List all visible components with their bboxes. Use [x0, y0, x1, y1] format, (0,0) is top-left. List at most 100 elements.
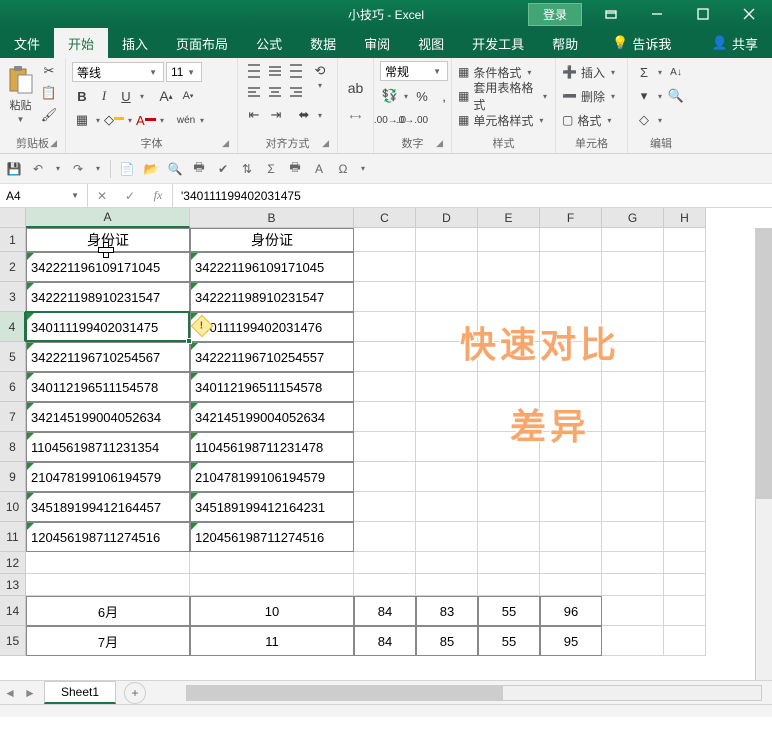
- col-header[interactable]: H: [664, 208, 706, 228]
- open-icon[interactable]: 📂: [143, 161, 159, 177]
- format-as-table-button[interactable]: ▦套用表格格式▾: [458, 85, 549, 107]
- cell[interactable]: 11: [190, 626, 354, 656]
- omega-icon[interactable]: Ω: [335, 161, 351, 177]
- cell[interactable]: [478, 522, 540, 552]
- vertical-scrollbar[interactable]: [755, 228, 772, 680]
- cell[interactable]: [416, 402, 478, 432]
- paste-button[interactable]: 粘贴 ▼: [6, 61, 35, 127]
- format-cells-button[interactable]: ▢格式▾: [562, 109, 613, 131]
- dialog-launcher-icon[interactable]: ◢: [436, 138, 443, 149]
- cell[interactable]: [602, 282, 664, 312]
- cell[interactable]: [416, 252, 478, 282]
- sort-icon[interactable]: A↓: [666, 62, 686, 82]
- cell[interactable]: [416, 462, 478, 492]
- fill-icon[interactable]: ▾: [634, 86, 654, 106]
- cell[interactable]: 210478199106194579: [26, 462, 190, 492]
- col-header[interactable]: C: [354, 208, 416, 228]
- cell[interactable]: [478, 228, 540, 252]
- cell[interactable]: [664, 432, 706, 462]
- cell[interactable]: [540, 552, 602, 574]
- row-header[interactable]: 15: [0, 626, 26, 656]
- undo-icon[interactable]: ↶: [30, 161, 46, 177]
- cell[interactable]: [354, 402, 416, 432]
- print-icon[interactable]: 🖶: [287, 161, 303, 177]
- cell[interactable]: [540, 462, 602, 492]
- sheet-tab[interactable]: Sheet1: [44, 681, 116, 704]
- increase-indent-icon[interactable]: ⇥: [266, 105, 286, 125]
- insert-cells-button[interactable]: ➕插入▾: [562, 61, 617, 83]
- cell[interactable]: [664, 372, 706, 402]
- align-left-icon[interactable]: [244, 82, 264, 102]
- cell[interactable]: [540, 574, 602, 596]
- cell[interactable]: [540, 522, 602, 552]
- cell[interactable]: [354, 372, 416, 402]
- select-all-corner[interactable]: [0, 208, 26, 228]
- orientation-icon[interactable]: ⟲: [310, 61, 330, 81]
- font-name-select[interactable]: 等线▼: [72, 62, 164, 82]
- cell[interactable]: [664, 462, 706, 492]
- border-button[interactable]: ▦: [72, 110, 92, 130]
- cell[interactable]: [664, 522, 706, 552]
- cell[interactable]: 340111199402031476: [190, 312, 354, 342]
- accounting-button[interactable]: 💱: [380, 86, 400, 106]
- cell[interactable]: 120456198711274516: [190, 522, 354, 552]
- cell[interactable]: [602, 626, 664, 656]
- cell[interactable]: [26, 574, 190, 596]
- cell[interactable]: 342221198910231547: [190, 282, 354, 312]
- cell[interactable]: [354, 228, 416, 252]
- cell[interactable]: [26, 552, 190, 574]
- row-header[interactable]: 13: [0, 574, 26, 596]
- cell[interactable]: 342145199004052634: [190, 402, 354, 432]
- cell[interactable]: 340112196511154578: [26, 372, 190, 402]
- bold-button[interactable]: B: [72, 86, 92, 106]
- cell[interactable]: [478, 282, 540, 312]
- cell[interactable]: [540, 492, 602, 522]
- cell[interactable]: [190, 552, 354, 574]
- cell[interactable]: [540, 228, 602, 252]
- cell[interactable]: [664, 492, 706, 522]
- cell[interactable]: [416, 282, 478, 312]
- col-header[interactable]: D: [416, 208, 478, 228]
- cell[interactable]: 345189199412164457: [26, 492, 190, 522]
- cell[interactable]: [416, 574, 478, 596]
- cell[interactable]: [416, 552, 478, 574]
- cell[interactable]: [540, 282, 602, 312]
- cell[interactable]: 110456198711231354: [26, 432, 190, 462]
- cell[interactable]: 342221196710254567: [26, 342, 190, 372]
- cell[interactable]: [354, 574, 416, 596]
- maximize-icon[interactable]: [680, 0, 726, 28]
- format-painter-icon[interactable]: 🖌: [39, 105, 59, 125]
- tab-layout[interactable]: 页面布局: [162, 28, 242, 58]
- align-bottom-icon[interactable]: [286, 61, 306, 81]
- tell-me[interactable]: 💡 告诉我: [598, 28, 685, 58]
- cell[interactable]: 340111199402031475: [26, 312, 190, 342]
- spell-icon[interactable]: ✔: [215, 161, 231, 177]
- cell[interactable]: [416, 228, 478, 252]
- cell[interactable]: [664, 402, 706, 432]
- cell[interactable]: 6月: [26, 596, 190, 626]
- cell[interactable]: [354, 552, 416, 574]
- cell[interactable]: [416, 372, 478, 402]
- col-header[interactable]: A: [26, 208, 190, 228]
- cell[interactable]: 342145199004052634: [26, 402, 190, 432]
- row-header[interactable]: 2: [0, 252, 26, 282]
- cell[interactable]: 340112196511154578: [190, 372, 354, 402]
- tab-dev[interactable]: 开发工具: [458, 28, 538, 58]
- cell[interactable]: [602, 228, 664, 252]
- cell[interactable]: 55: [478, 596, 540, 626]
- increase-font-icon[interactable]: A▴: [156, 86, 176, 106]
- cell[interactable]: 身份证: [26, 228, 190, 252]
- cell[interactable]: 120456198711274516: [26, 522, 190, 552]
- cell[interactable]: [416, 522, 478, 552]
- redo-icon[interactable]: ↷: [70, 161, 86, 177]
- dialog-launcher-icon[interactable]: ◢: [322, 138, 329, 149]
- tab-file[interactable]: 文件: [0, 28, 54, 58]
- cell[interactable]: 342221198910231547: [26, 282, 190, 312]
- font-color-button[interactable]: A: [136, 110, 156, 130]
- row-header[interactable]: 6: [0, 372, 26, 402]
- cell[interactable]: 342221196109171045: [26, 252, 190, 282]
- row-header[interactable]: 14: [0, 596, 26, 626]
- enter-formula-icon[interactable]: ✓: [116, 189, 144, 203]
- cell[interactable]: 85: [416, 626, 478, 656]
- row-header[interactable]: 12: [0, 552, 26, 574]
